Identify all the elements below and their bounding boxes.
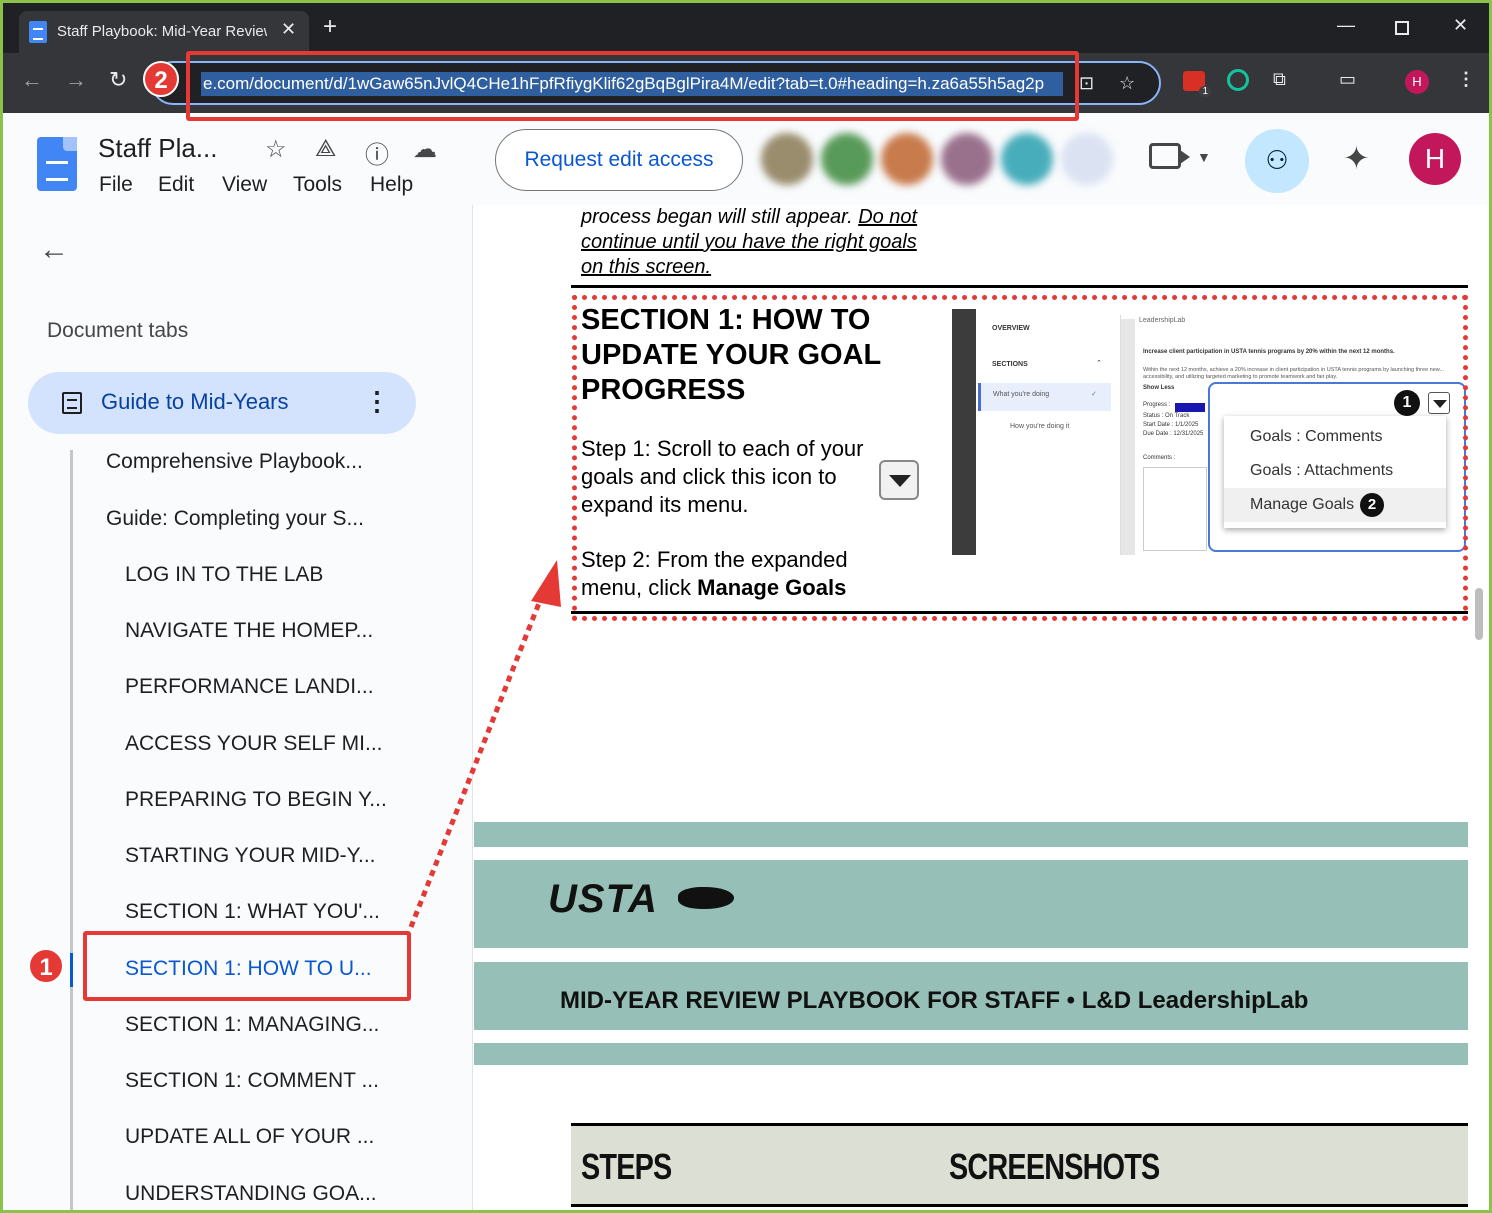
annotation-arrow xyxy=(408,560,561,928)
window: Staff Playbook: Mid-Year Review ✕ + — ✕ … xyxy=(3,3,1489,1210)
